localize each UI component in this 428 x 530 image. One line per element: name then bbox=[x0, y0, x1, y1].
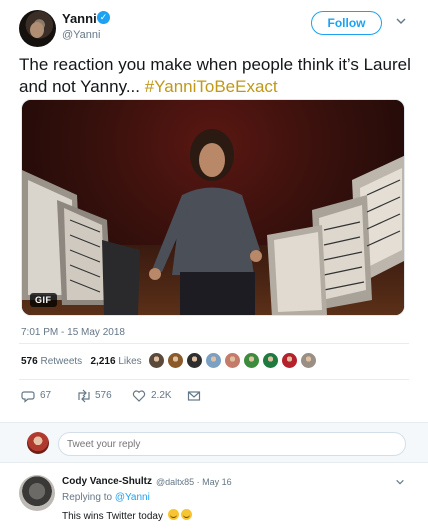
follow-button[interactable]: Follow bbox=[311, 11, 382, 35]
tweet-timestamp[interactable]: 7:01 PM - 15 May 2018 bbox=[21, 327, 125, 338]
liker-avatar[interactable] bbox=[281, 352, 298, 369]
reply-icon bbox=[21, 391, 35, 403]
envelope-icon bbox=[187, 391, 201, 401]
grinning-face-emoji-icon bbox=[180, 509, 192, 520]
author-avatar[interactable] bbox=[19, 10, 56, 47]
retweets-label[interactable]: Retweets bbox=[40, 356, 82, 367]
grinning-face-emoji-icon bbox=[167, 509, 179, 520]
reply-author-avatar[interactable] bbox=[19, 475, 55, 511]
gif-media[interactable]: GIF bbox=[21, 99, 405, 316]
reply-meta[interactable]: @daltx85 · May 16 bbox=[156, 477, 232, 487]
engagement-stats: 576 Retweets 2,216 Likes bbox=[21, 356, 142, 367]
liker-avatar[interactable] bbox=[262, 352, 279, 369]
hashtag-link[interactable]: #YanniToBeExact bbox=[145, 77, 278, 96]
verified-badge-icon: ✓ bbox=[97, 11, 110, 24]
chevron-down-icon[interactable] bbox=[395, 15, 407, 27]
replying-to-label: Replying to bbox=[62, 492, 115, 503]
liker-avatar[interactable] bbox=[167, 352, 184, 369]
author-name[interactable]: Yanni bbox=[62, 11, 97, 26]
retweets-count[interactable]: 576 bbox=[21, 356, 38, 367]
divider bbox=[19, 379, 409, 380]
reply-text: This wins Twitter today bbox=[62, 509, 192, 522]
gif-badge: GIF bbox=[30, 293, 57, 307]
retweet-count: 576 bbox=[95, 390, 112, 401]
replying-to: Replying to @Yanni bbox=[62, 492, 150, 503]
liker-avatar[interactable] bbox=[205, 352, 222, 369]
divider bbox=[19, 343, 409, 344]
liker-avatar[interactable] bbox=[224, 352, 241, 369]
reply-author-name[interactable]: Cody Vance-Shultz bbox=[62, 476, 152, 487]
liker-avatar[interactable] bbox=[300, 352, 317, 369]
liker-avatar[interactable] bbox=[148, 352, 165, 369]
retweet-icon bbox=[78, 389, 90, 403]
chevron-down-icon[interactable] bbox=[395, 477, 405, 490]
performer-figure bbox=[149, 129, 262, 315]
keyboard-right bbox=[267, 155, 404, 315]
current-user-avatar[interactable] bbox=[27, 432, 49, 454]
reply-text-body: This wins Twitter today bbox=[62, 511, 163, 522]
gif-frame bbox=[22, 129, 404, 315]
likes-label[interactable]: Likes bbox=[118, 356, 141, 367]
likes-count[interactable]: 2,216 bbox=[91, 356, 116, 367]
reply-input[interactable] bbox=[58, 432, 406, 456]
liker-avatar[interactable] bbox=[186, 352, 203, 369]
heart-icon bbox=[132, 390, 146, 402]
like-count: 2.2K bbox=[151, 390, 172, 401]
tweet-card: Yanni ✓ @Yanni Follow The reaction you m… bbox=[0, 0, 428, 530]
mention-link[interactable]: @Yanni bbox=[115, 492, 150, 503]
liker-avatar[interactable] bbox=[243, 352, 260, 369]
tweet-text: The reaction you make when people think … bbox=[19, 54, 414, 98]
author-handle[interactable]: @Yanni bbox=[62, 29, 100, 41]
reply-count: 67 bbox=[40, 390, 52, 401]
